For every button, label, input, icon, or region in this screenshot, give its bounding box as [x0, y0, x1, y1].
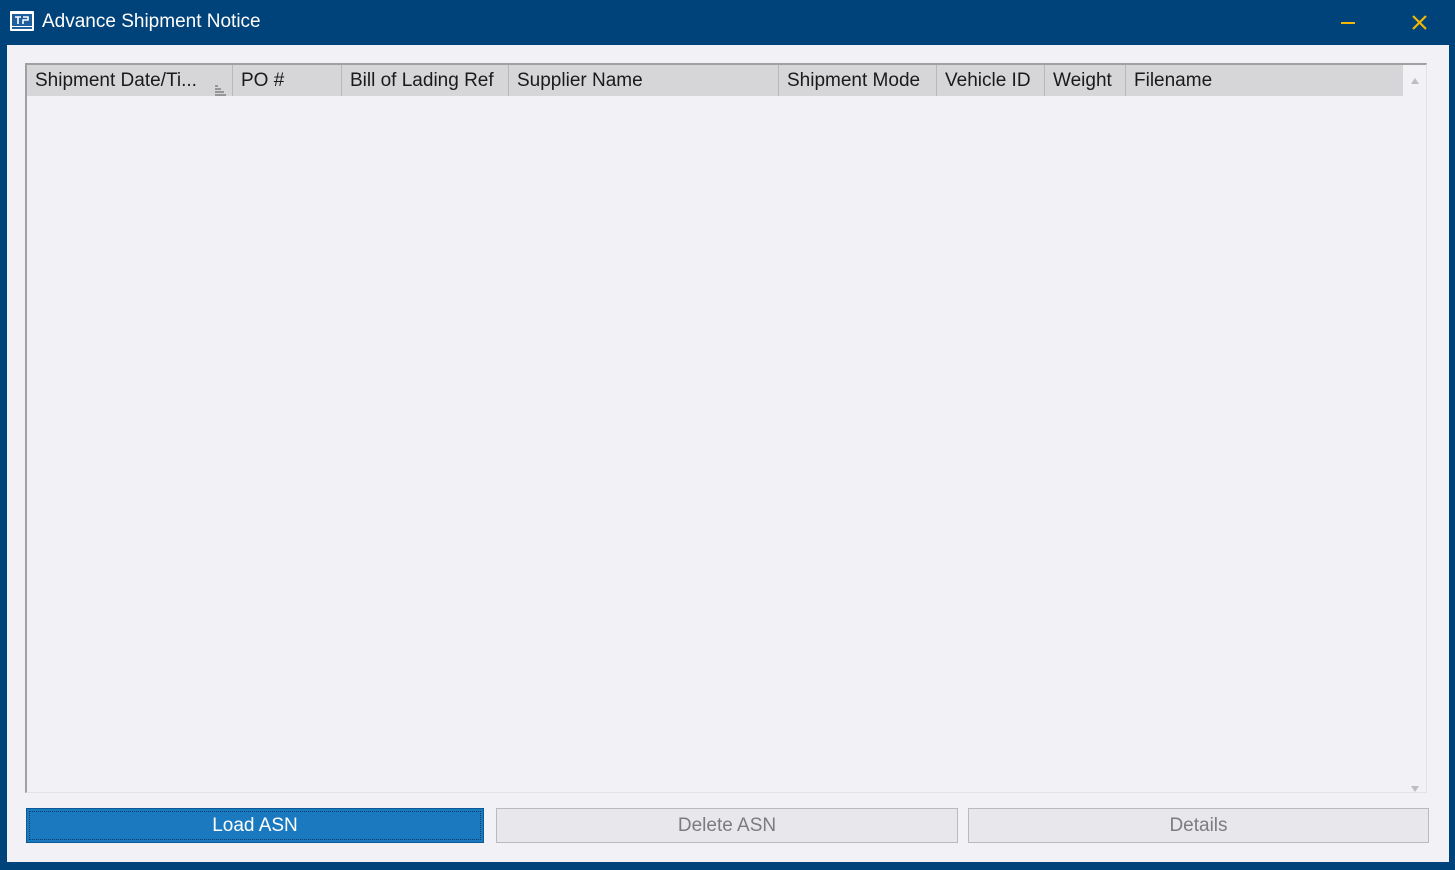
column-header-supplier-name[interactable]: Supplier Name	[509, 65, 779, 96]
shipment-list[interactable]: Shipment Date/Ti... PO # Bill of Lading …	[25, 63, 1427, 793]
sort-icon	[214, 75, 226, 96]
column-header-po-number[interactable]: PO #	[233, 65, 342, 96]
app-window-icon	[10, 11, 34, 31]
asn-window: Advance Shipment Notice Shipment Date/Ti…	[0, 0, 1455, 870]
scroll-down-icon[interactable]	[1410, 780, 1420, 792]
column-header-label: Shipment Date/Ti...	[35, 70, 197, 91]
load-asn-button[interactable]: Load ASN	[26, 808, 484, 843]
close-button[interactable]	[1394, 0, 1446, 44]
column-header-vehicle-id[interactable]: Vehicle ID	[937, 65, 1045, 96]
minimize-button[interactable]	[1322, 0, 1374, 44]
column-header-shipment-mode[interactable]: Shipment Mode	[779, 65, 937, 96]
window-title: Advance Shipment Notice	[42, 11, 261, 32]
column-header-bill-of-lading[interactable]: Bill of Lading Ref	[342, 65, 509, 96]
delete-asn-button[interactable]: Delete ASN	[496, 808, 958, 843]
details-button[interactable]: Details	[968, 808, 1429, 843]
column-header-shipment-date[interactable]: Shipment Date/Ti...	[27, 65, 233, 96]
column-header-label: Filename	[1134, 70, 1213, 91]
window-client-area: Shipment Date/Ti... PO # Bill of Lading …	[7, 45, 1449, 862]
scroll-up-icon[interactable]	[1410, 72, 1420, 84]
column-header-label: Supplier Name	[517, 70, 643, 91]
column-header-label: Shipment Mode	[787, 70, 921, 91]
list-header: Shipment Date/Ti... PO # Bill of Lading …	[27, 65, 1403, 96]
column-header-label: PO #	[241, 70, 285, 91]
vertical-scrollbar[interactable]	[1404, 65, 1426, 792]
column-header-label: Bill of Lading Ref	[350, 70, 494, 91]
column-header-label: Weight	[1053, 70, 1112, 91]
column-header-filename[interactable]: Filename	[1126, 65, 1403, 96]
title-bar[interactable]: Advance Shipment Notice	[0, 0, 1455, 44]
column-header-weight[interactable]: Weight	[1045, 65, 1126, 96]
column-header-label: Vehicle ID	[945, 70, 1031, 91]
